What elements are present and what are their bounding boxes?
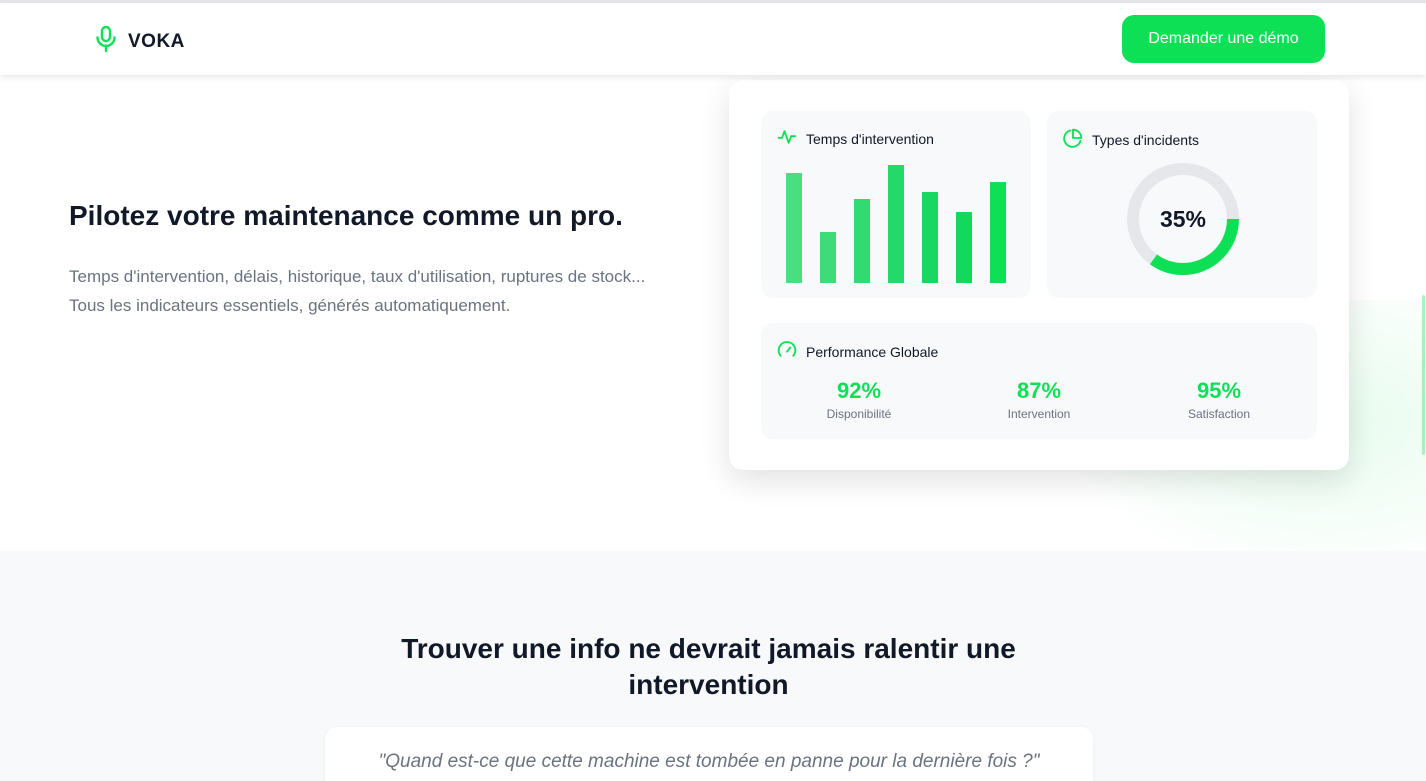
donut-percent-label: 35% (1159, 205, 1207, 232)
metric-value: 92% (836, 378, 882, 403)
hero-description-line2: Tous les indicateurs essentiels, générés… (69, 296, 511, 315)
hero-description: Temps d'intervention, délais, historique… (69, 262, 709, 320)
navbar: VOKA Demander une démo (0, 3, 1426, 75)
hero-title: Pilotez votre maintenance comme un pro. (69, 200, 623, 231)
edge-accent (1422, 295, 1425, 455)
bar-1 (786, 173, 802, 283)
brand-name: VOKA (128, 30, 185, 52)
intervention-time-header: Temps d'intervention (777, 128, 934, 149)
incident-donut-chart: 35% (1125, 161, 1241, 277)
activity-icon (777, 128, 797, 149)
section-title: Trouver une info ne devrait jamais ralen… (0, 631, 1417, 703)
metric-label: Intervention (1007, 407, 1071, 421)
metric-satisfaction: 95% Satisfaction (1139, 378, 1299, 421)
bar-4 (888, 165, 904, 283)
gauge-icon (777, 340, 797, 363)
hero-description-line1: Temps d'intervention, délais, historique… (69, 267, 646, 286)
intervention-bar-chart (786, 161, 1016, 283)
metric-value: 95% (1196, 378, 1242, 403)
quote-text: "Quand est-ce que cette machine est tomb… (378, 751, 1040, 772)
incident-types-title: Types d'incidents (1092, 131, 1199, 148)
microphone-icon (95, 25, 117, 58)
logo[interactable]: VOKA (95, 25, 185, 58)
pie-chart-icon (1063, 128, 1083, 151)
bar-2 (820, 232, 836, 283)
global-performance-title: Performance Globale (806, 343, 939, 360)
intervention-time-panel: Temps d'intervention (761, 111, 1031, 298)
section-title-line2: intervention (628, 669, 789, 700)
search-section: Trouver une info ne devrait jamais ralen… (0, 551, 1426, 781)
global-performance-header: Performance Globale (777, 340, 938, 363)
section-title-line1: Trouver une info ne devrait jamais ralen… (401, 633, 1016, 664)
bar-7 (990, 182, 1006, 283)
incident-types-header: Types d'incidents (1063, 128, 1199, 151)
dashboard-card: Temps d'intervention Types d'incidents 3… (729, 80, 1349, 470)
metric-intervention: 87% Intervention (959, 378, 1119, 421)
metric-label: Disponibilité (826, 407, 892, 421)
intervention-time-title: Temps d'intervention (806, 130, 934, 147)
metric-label: Satisfaction (1187, 407, 1251, 421)
global-performance-panel: Performance Globale 92% Disponibilité 87… (761, 323, 1317, 439)
metric-value: 87% (1016, 378, 1062, 403)
quote-card: "Quand est-ce que cette machine est tomb… (325, 727, 1093, 781)
metric-availability: 92% Disponibilité (779, 378, 939, 421)
request-demo-button[interactable]: Demander une démo (1122, 15, 1325, 63)
bar-6 (956, 212, 972, 283)
incident-types-panel: Types d'incidents 35% (1047, 111, 1317, 298)
bar-5 (922, 192, 938, 283)
bar-3 (854, 199, 870, 283)
